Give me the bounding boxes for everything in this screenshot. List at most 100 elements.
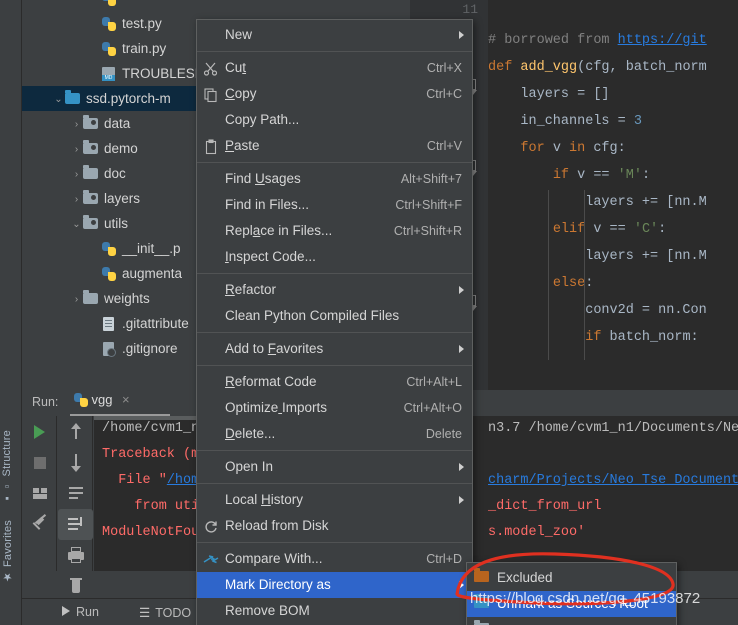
- menu-item-label: Copy: [225, 86, 257, 101]
- menu-item-inspect-code[interactable]: Inspect Code...: [197, 244, 472, 270]
- chevron-right-icon[interactable]: ›: [70, 187, 83, 212]
- menu-item-compare-with[interactable]: Compare With... Ctrl+D: [197, 546, 472, 572]
- menu-item-cut[interactable]: Cut Ctrl+X: [197, 55, 472, 81]
- menu-item-label: Replace in Files...: [225, 223, 333, 238]
- chevron-down-icon[interactable]: ⌄: [70, 212, 83, 237]
- menu-item-find-in-files[interactable]: Find in Files... Ctrl+Shift+F: [197, 192, 472, 218]
- chevron-right-icon[interactable]: ›: [70, 112, 83, 137]
- chevron-right-icon[interactable]: ›: [70, 162, 83, 187]
- run-actions-column: [22, 416, 57, 571]
- tree-item-partial[interactable]: ·: [22, 0, 410, 11]
- menu-item-find-usages[interactable]: Find Usages Alt+Shift+7: [197, 166, 472, 192]
- tree-item-label: TROUBLESH: [122, 66, 205, 81]
- menu-item-open-in[interactable]: Open In: [197, 454, 472, 480]
- menu-item-label: Refactor: [225, 282, 277, 297]
- code-line: else:: [552, 276, 594, 291]
- console-line: Traceback (m: [102, 447, 200, 462]
- menu-item-mark-directory-as[interactable]: Mark Directory as: [197, 572, 472, 598]
- submenu-item-label: Unmark as Sources Root: [497, 596, 648, 611]
- console-actions-column: [58, 416, 93, 593]
- chevron-right-icon: [459, 345, 464, 353]
- indent-guide: [548, 190, 549, 360]
- menu-separator: [197, 483, 472, 484]
- menu-item-delete[interactable]: Delete... Delete: [197, 421, 472, 447]
- console-line: File "/hom: [102, 473, 200, 488]
- tree-item-label: demo: [104, 141, 138, 156]
- folder-source-icon: [83, 215, 99, 231]
- menu-item-clean-python-compiled-files[interactable]: Clean Python Compiled Files: [197, 303, 472, 329]
- print-icon[interactable]: [58, 540, 93, 571]
- menu-item-label: Reload from Disk: [225, 518, 329, 533]
- menu-item-replace-in-files[interactable]: Replace in Files... Ctrl+Shift+R: [197, 218, 472, 244]
- menu-separator: [197, 542, 472, 543]
- code-line: layers += [nn.M: [488, 249, 707, 264]
- down-arrow-icon[interactable]: [58, 447, 93, 478]
- menu-item-reload-from-disk[interactable]: Reload from Disk: [197, 513, 472, 539]
- menu-item-add-to-favorites[interactable]: Add to Favorites: [197, 336, 472, 362]
- menu-item-copy[interactable]: Copy Ctrl+C: [197, 81, 472, 107]
- menu-item-paste[interactable]: Paste Ctrl+V: [197, 133, 472, 159]
- chevron-down-icon[interactable]: ⌄: [52, 87, 65, 112]
- run-tab-vgg[interactable]: vgg ×: [68, 392, 136, 415]
- menu-item-shortcut: Ctrl+Alt+L: [406, 375, 462, 389]
- soft-wrap-icon[interactable]: [58, 478, 93, 509]
- menu-item-shortcut: Ctrl+Shift+R: [393, 224, 462, 238]
- layout-icon[interactable]: [22, 478, 57, 509]
- tree-item-label: test.py: [122, 16, 162, 31]
- chevron-right-icon: [459, 286, 464, 294]
- menu-item-refactor[interactable]: Refactor: [197, 277, 472, 303]
- python-file-icon: [101, 15, 117, 31]
- editor-code-lines[interactable]: # borrowed from https://git def add_vgg(c…: [488, 0, 738, 390]
- menu-item-copy-path[interactable]: Copy Path...: [197, 107, 472, 133]
- menu-item-shortcut: Ctrl+Shift+F: [395, 198, 462, 212]
- run-icon[interactable]: [22, 416, 57, 447]
- menu-item-shortcut: Ctrl+Alt+O: [403, 401, 462, 415]
- code-line: layers = []: [488, 87, 610, 102]
- pycharm-window: ▪▫ Structure ★ Favorites ··test.py·train…: [0, 0, 738, 625]
- menu-item-local-history[interactable]: Local History: [197, 487, 472, 513]
- chevron-right-icon[interactable]: ›: [70, 287, 83, 312]
- python-file-icon: [101, 240, 117, 256]
- menu-item-reformat-code[interactable]: Reformat Code Ctrl+Alt+L: [197, 369, 472, 395]
- menu-item-label: New: [225, 27, 253, 42]
- chevron-right-icon: [459, 31, 464, 39]
- submenu-item-unmark-as-sources-root[interactable]: Unmark as Sources Root: [467, 591, 676, 617]
- menu-item-label: Delete...: [225, 426, 276, 441]
- mark-directory-as-submenu[interactable]: Excluded Unmark as Sources Root: [466, 562, 677, 625]
- menu-separator: [197, 273, 472, 274]
- folder-blue-icon: [65, 90, 81, 106]
- python-file-icon: [101, 265, 117, 281]
- copy-icon: [203, 86, 219, 103]
- tree-item-label: .gitattribute: [122, 316, 189, 331]
- submenu-item-excluded[interactable]: Excluded: [467, 565, 676, 591]
- python-file-icon: [74, 393, 88, 407]
- menu-item-new[interactable]: New: [197, 22, 472, 48]
- context-menu[interactable]: New Cut Ctrl+X Copy Ctrl+C Copy Path... Paste C…: [196, 19, 473, 625]
- tool-button-structure[interactable]: ▪▫ Structure: [1, 430, 13, 504]
- scroll-to-end-icon[interactable]: [58, 509, 93, 540]
- menu-item-shortcut: Ctrl+X: [426, 61, 462, 75]
- refresh-icon: [203, 518, 219, 534]
- menu-item-optimize-imports[interactable]: Optimize Imports Ctrl+Alt+O: [197, 395, 472, 421]
- console-line: charm/Projects/Neo_Tse_Document: [488, 473, 738, 488]
- run-label: Run:: [32, 395, 59, 409]
- console-line: n3.7 /home/cvm1_n1/Documents/Ne: [488, 421, 738, 436]
- menu-item-label: Open In: [225, 459, 274, 474]
- stop-icon[interactable]: [22, 447, 57, 478]
- up-arrow-icon[interactable]: [58, 416, 93, 447]
- chevron-right-icon[interactable]: ›: [70, 137, 83, 162]
- close-icon[interactable]: ×: [122, 392, 130, 407]
- status-item-todo[interactable]: ☰ TODO: [139, 605, 191, 620]
- tool-button-favorites[interactable]: ★ Favorites: [1, 520, 14, 584]
- menu-item-label: Cut: [225, 60, 247, 75]
- pin-icon[interactable]: [22, 509, 57, 540]
- menu-item-remove-bom[interactable]: Remove BOM: [197, 598, 472, 624]
- python-file-icon: [101, 0, 117, 6]
- status-item-run[interactable]: Run: [62, 605, 99, 619]
- no-chevron: ·: [88, 62, 101, 87]
- no-chevron: ·: [88, 237, 101, 262]
- submenu-item-item[interactable]: [467, 617, 676, 625]
- tree-item-label: doc: [104, 166, 126, 181]
